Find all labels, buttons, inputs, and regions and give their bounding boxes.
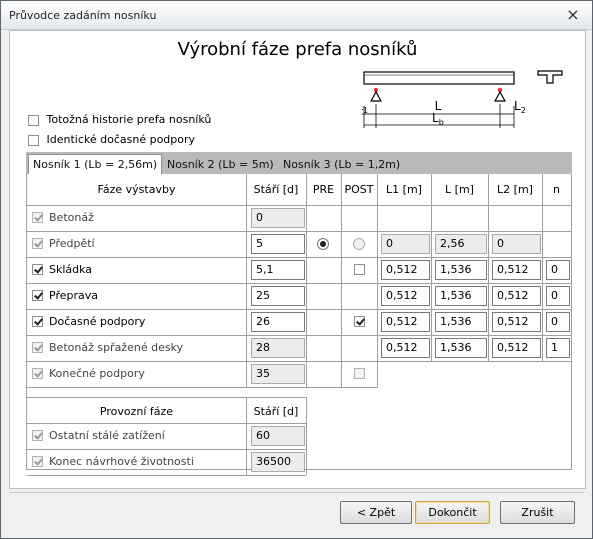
row-label-concreting: Betonáž	[49, 211, 94, 224]
svg-text:Lb: Lb	[432, 111, 444, 127]
window-title: Průvodce zadáním nosníku	[9, 9, 157, 22]
row-checkbox-prestressing	[32, 238, 43, 249]
n-field-transport[interactable]: 0	[546, 286, 570, 306]
row-label-storage: Skládka	[49, 263, 93, 276]
beam-tabs: Nosník 1 (Lb = 2,56m) Nosník 2 (Lb = 5m)…	[26, 152, 572, 175]
n-field-storage[interactable]: 0	[546, 260, 570, 280]
row-checkbox-final-supports	[32, 368, 43, 379]
l-field-storage[interactable]: 1,536	[435, 260, 487, 280]
identical-history-label: Totožná historie prefa nosníků	[46, 113, 212, 126]
cross-section-icon	[537, 70, 563, 84]
l2-field-prestressing: 0	[492, 234, 541, 254]
post-checkbox-temporary-supports[interactable]	[354, 316, 365, 327]
page-title: Výrobní fáze prefa nosníků	[177, 39, 418, 60]
beam-diagram: L1 L L2 Lb	[362, 70, 563, 128]
age-field-final-supports: 35	[251, 364, 305, 384]
row-label-transport: Přeprava	[49, 289, 98, 302]
age-field-other-permanent: 60	[251, 426, 305, 446]
finish-button[interactable]: Dokončit	[415, 501, 490, 524]
lb-sub: b	[439, 118, 444, 127]
row-checkbox-temporary-supports[interactable]	[32, 316, 43, 327]
l-field-temporary-supports[interactable]: 1,536	[435, 312, 487, 332]
l2-sub: 2	[521, 106, 526, 115]
svg-text:L1: L1	[362, 99, 368, 115]
l2-field-storage[interactable]: 0,512	[492, 260, 541, 280]
post-header: POST	[344, 183, 374, 196]
identical-supports-checkbox[interactable]	[28, 134, 39, 146]
tab-beam-1[interactable]: Nosník 1 (Lb = 2,56m)	[28, 154, 163, 175]
age-header: Stáří [d]	[253, 183, 299, 196]
row-checkbox-storage[interactable]	[32, 264, 43, 275]
row-label-temporary-supports: Dočasné podpory	[49, 315, 146, 328]
age-field-composite-slab: 28	[251, 338, 305, 358]
row-label-prestressing: Předpětí	[49, 237, 95, 250]
l1-header: L1 [m]	[386, 183, 422, 196]
l1-sub: 1	[363, 106, 368, 115]
tab-panel: Fáze výstavby Stáří [d] PRE POST L1 [m] …	[26, 174, 572, 476]
l1-field-composite-slab[interactable]: 0,512	[381, 338, 430, 358]
l-field-transport[interactable]: 1,536	[435, 286, 487, 306]
title-bar: Průvodce zadáním nosníku ×	[1, 1, 592, 30]
back-button[interactable]: < Zpět	[340, 501, 412, 524]
l-header: L [m]	[445, 183, 474, 196]
age-field-storage[interactable]: 5,1	[251, 260, 305, 280]
left-support-icon	[369, 90, 383, 102]
row-checkbox-design-life-end	[32, 456, 43, 467]
row-label-design-life-end: Konec návrhové životnosti	[49, 455, 194, 468]
l1-field-temporary-supports[interactable]: 0,512	[381, 312, 430, 332]
phase-header: Fáze výstavby	[97, 183, 176, 196]
close-button[interactable]: ×	[564, 6, 582, 24]
row-checkbox-concreting	[32, 212, 43, 223]
n-header: n	[553, 183, 560, 196]
row-label-final-supports: Konečné podpory	[49, 367, 145, 380]
beam-shape	[363, 71, 515, 85]
post-checkbox-storage[interactable]	[354, 264, 365, 275]
n-field-temporary-supports[interactable]: 0	[546, 312, 570, 332]
pre-radio[interactable]	[317, 238, 329, 250]
identical-history-option[interactable]: Totožná historie prefa nosníků	[28, 113, 211, 126]
l2-field-transport[interactable]: 0,512	[492, 286, 541, 306]
row-label-composite-slab: Betonáž spřažené desky	[49, 341, 184, 354]
l-field-composite-slab[interactable]: 1,536	[435, 338, 487, 358]
cancel-button[interactable]: Zrušit	[500, 501, 575, 524]
row-label-other-permanent: Ostatní stálé zatížení	[49, 429, 165, 442]
identical-supports-option[interactable]: Identické dočasné podpory	[28, 133, 195, 146]
l1-field-prestressing: 0	[381, 234, 430, 254]
row-checkbox-transport[interactable]	[32, 290, 43, 301]
wizard-window: Průvodce zadáním nosníku × Výrobní fáze …	[0, 0, 593, 539]
content-panel: Výrobní fáze prefa nosníků L1 L L2 Lb To…	[9, 30, 586, 489]
l-field-prestressing: 2,56	[435, 234, 487, 254]
right-support-icon	[493, 90, 507, 102]
footer-separator	[9, 492, 584, 493]
l1-field-storage[interactable]: 0,512	[381, 260, 430, 280]
service-age-header: Stáří [d]	[253, 405, 299, 418]
identical-history-checkbox[interactable]	[28, 114, 39, 126]
post-checkbox-final-supports	[354, 368, 365, 379]
svg-text:L2: L2	[514, 99, 526, 115]
l2-field-composite-slab[interactable]: 0,512	[492, 338, 541, 358]
n-field-composite-slab[interactable]: 1	[546, 338, 570, 358]
service-phase-header: Provozní fáze	[99, 405, 174, 418]
age-field-concreting: 0	[251, 208, 305, 228]
tab-beam-3[interactable]: Nosník 3 (Lb = 1,2m)	[279, 155, 404, 174]
age-field-prestressing[interactable]: 5	[251, 234, 305, 254]
age-field-design-life-end: 36500	[251, 452, 305, 472]
row-checkbox-composite-slab	[32, 342, 43, 353]
pre-header: PRE	[312, 183, 335, 196]
identical-supports-label: Identické dočasné podpory	[46, 133, 196, 146]
age-field-transport[interactable]: 25	[251, 286, 305, 306]
row-checkbox-other-permanent	[32, 430, 43, 441]
l2-field-temporary-supports[interactable]: 0,512	[492, 312, 541, 332]
age-field-temporary-supports[interactable]: 26	[251, 312, 305, 332]
tab-beam-2[interactable]: Nosník 2 (Lb = 5m)	[163, 155, 278, 174]
l1-field-transport[interactable]: 0,512	[381, 286, 430, 306]
post-radio	[353, 238, 365, 250]
l2-header: L2 [m]	[497, 183, 533, 196]
